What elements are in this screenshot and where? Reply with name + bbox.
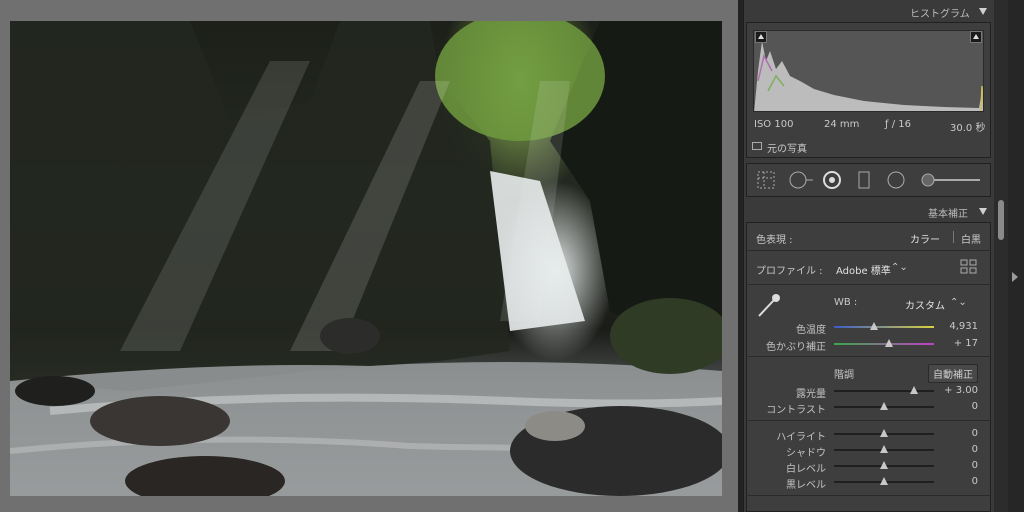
- profile-label: プロファイル :: [756, 266, 823, 277]
- separator: [746, 420, 991, 421]
- lightroom-develop-view: ヒストグラム ISO 100 24 mm ƒ / 16 30.0 秒 元の写真 …: [0, 0, 1024, 512]
- contrast-slider-thumb[interactable]: [880, 402, 888, 410]
- collapse-right-panel-icon[interactable]: [1012, 272, 1018, 282]
- separator: [746, 356, 991, 357]
- auto-tone-button[interactable]: 自動補正: [928, 364, 978, 383]
- shadows-slider-thumb[interactable]: [880, 445, 888, 453]
- tint-value[interactable]: + 17: [938, 338, 978, 349]
- separator: [746, 250, 991, 251]
- highlight-clipping-icon[interactable]: [970, 31, 982, 43]
- red-eye-icon[interactable]: [822, 170, 842, 194]
- histogram-collapse-icon[interactable]: [979, 8, 987, 15]
- highlights-slider-thumb[interactable]: [880, 429, 888, 437]
- temp-value[interactable]: 4,931: [938, 321, 978, 332]
- original-photo-label: 元の写真: [767, 144, 807, 155]
- profile-dropdown-chevron-icon[interactable]: ⌃⌄: [891, 262, 908, 273]
- aperture-readout: ƒ / 16: [885, 119, 911, 130]
- highlights-label: ハイライト: [776, 432, 826, 443]
- wb-eyedropper-icon[interactable]: [754, 290, 784, 320]
- separator: [746, 284, 991, 285]
- temp-slider-track[interactable]: [834, 326, 934, 328]
- treatment-label: 色表現 :: [756, 235, 793, 246]
- basic-panel-title[interactable]: 基本補正: [928, 205, 968, 220]
- shadow-clipping-icon[interactable]: [755, 31, 767, 43]
- radial-filter-icon[interactable]: [886, 170, 906, 194]
- histogram-graph: [753, 30, 984, 112]
- photo-image[interactable]: [10, 21, 722, 496]
- separator: [746, 495, 991, 496]
- tint-slider-track[interactable]: [834, 343, 934, 345]
- focal-length-readout: 24 mm: [824, 119, 860, 130]
- tint-label: 色かぶり補正: [766, 342, 826, 353]
- exposure-value[interactable]: + 3.00: [938, 385, 978, 396]
- highlights-value[interactable]: 0: [938, 428, 978, 439]
- histogram-title[interactable]: ヒストグラム: [910, 5, 970, 20]
- temp-label: 色温度: [796, 325, 826, 336]
- contrast-label: コントラスト: [766, 405, 826, 416]
- whites-value[interactable]: 0: [938, 460, 978, 471]
- graduated-filter-icon[interactable]: [857, 170, 873, 194]
- panel-scrollbar[interactable]: [994, 0, 1008, 512]
- temp-slider-thumb[interactable]: [870, 322, 878, 330]
- wb-label: WB :: [834, 297, 858, 308]
- exposure-slider-track[interactable]: [834, 390, 934, 392]
- original-photo-checkbox[interactable]: [752, 142, 762, 150]
- adjustment-brush-icon[interactable]: [920, 170, 982, 194]
- basic-collapse-icon[interactable]: [979, 208, 987, 215]
- photo-canvas: [0, 0, 738, 512]
- whites-slider-thumb[interactable]: [880, 461, 888, 469]
- treatment-separator: [953, 231, 954, 243]
- profile-dropdown[interactable]: Adobe 標準: [836, 262, 891, 277]
- shutter-readout: 30.0 秒: [950, 123, 986, 134]
- iso-readout: ISO 100: [754, 119, 794, 130]
- shadows-value[interactable]: 0: [938, 444, 978, 455]
- panel-scrollbar-thumb[interactable]: [998, 200, 1004, 240]
- treatment-bw-button[interactable]: 白黒: [961, 231, 981, 246]
- blacks-slider-thumb[interactable]: [880, 477, 888, 485]
- whites-label: 白レベル: [786, 464, 826, 475]
- exposure-slider-thumb[interactable]: [910, 386, 918, 394]
- crop-icon[interactable]: [756, 170, 776, 194]
- spot-removal-icon[interactable]: [788, 170, 814, 194]
- shadows-label: シャドウ: [786, 448, 826, 459]
- tone-label: 階調: [834, 370, 854, 381]
- contrast-value[interactable]: 0: [938, 401, 978, 412]
- right-panel-edge[interactable]: [1008, 0, 1024, 512]
- wb-dropdown-chevron-icon[interactable]: ⌃⌄: [950, 297, 967, 308]
- wb-dropdown[interactable]: カスタム: [905, 297, 945, 312]
- profile-browser-grid-icon[interactable]: [960, 259, 978, 275]
- tint-slider-thumb[interactable]: [885, 339, 893, 347]
- blacks-value[interactable]: 0: [938, 476, 978, 487]
- exposure-label: 露光量: [796, 389, 826, 400]
- treatment-color-button[interactable]: カラー: [910, 231, 940, 246]
- blacks-label: 黒レベル: [786, 480, 826, 491]
